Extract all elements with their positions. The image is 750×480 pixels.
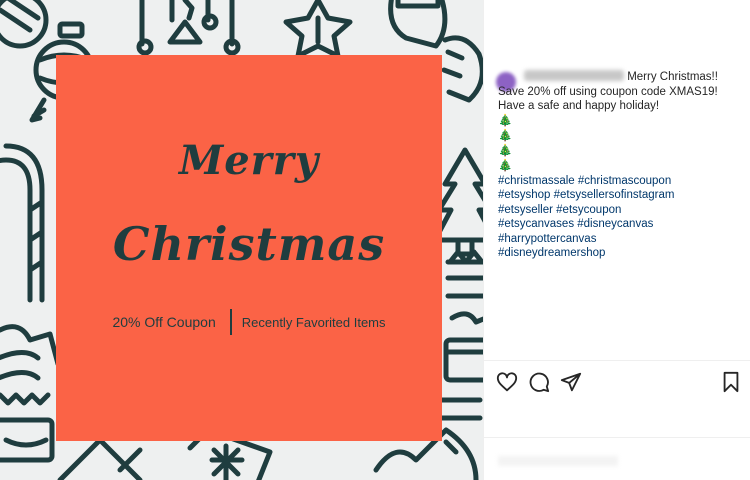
hashtag-list: #christmassale #christmascoupon #etsysho… (498, 174, 738, 261)
sweater-doodle-icon (0, 324, 61, 463)
comment-icon[interactable] (528, 371, 550, 393)
christmas-title: Christmas (112, 217, 386, 271)
tree-emoji-list: 🎄 🎄 🎄 🎄 (498, 114, 738, 174)
gift-tag-doodle-icon (57, 437, 143, 480)
hashtag-line[interactable]: #etsyseller #etsycoupon (498, 203, 738, 218)
share-icon[interactable] (560, 371, 582, 393)
hashtag-line[interactable]: #etsyshop #etsysellersofinstagram (498, 188, 738, 203)
coupon-card: Merry Christmas 20% Off Coupon Recently … (56, 55, 442, 441)
candy-cane-doodle-icon (0, 143, 45, 303)
bookmark-icon[interactable] (720, 371, 742, 393)
post-image[interactable]: Merry Christmas 20% Off Coupon Recently … (0, 0, 483, 480)
card-links: 20% Off Coupon Recently Favorited Items (56, 309, 442, 335)
favorites-link: Recently Favorited Items (241, 314, 386, 330)
post-caption: Merry Christmas!! Save 20% off using cou… (498, 70, 738, 261)
star-doodle-icon (283, 0, 353, 59)
coupon-link: 20% Off Coupon (112, 314, 216, 330)
tree-doodle-icon (432, 147, 483, 257)
hashtag-line[interactable]: #harrypottercanvas (498, 232, 738, 247)
tree-emoji-icon: 🎄 (498, 159, 513, 172)
hanging-ornaments-doodle-icon (136, 0, 241, 56)
tree-emoji-icon: 🎄 (498, 129, 513, 142)
tree-emoji-icon: 🎄 (498, 144, 513, 157)
hashtag-line[interactable]: #disneydreamershop (498, 246, 738, 261)
hashtag-line[interactable]: #etsycanvases #disneycanvas (498, 217, 738, 232)
merry-title: Merry (178, 137, 320, 184)
ornament-doodle-icon (0, 0, 49, 49)
divider (484, 437, 750, 438)
heart-icon[interactable] (496, 371, 518, 393)
comment-input-placeholder[interactable] (498, 456, 618, 466)
username-blurred[interactable] (524, 70, 624, 81)
post-actions-bar (484, 360, 750, 400)
gift-doodle-icon (443, 249, 483, 383)
hashtag-line[interactable]: #christmassale #christmascoupon (498, 174, 738, 189)
tree-emoji-icon: 🎄 (498, 114, 513, 127)
post-sidebar: Merry Christmas!! Save 20% off using cou… (483, 0, 750, 480)
